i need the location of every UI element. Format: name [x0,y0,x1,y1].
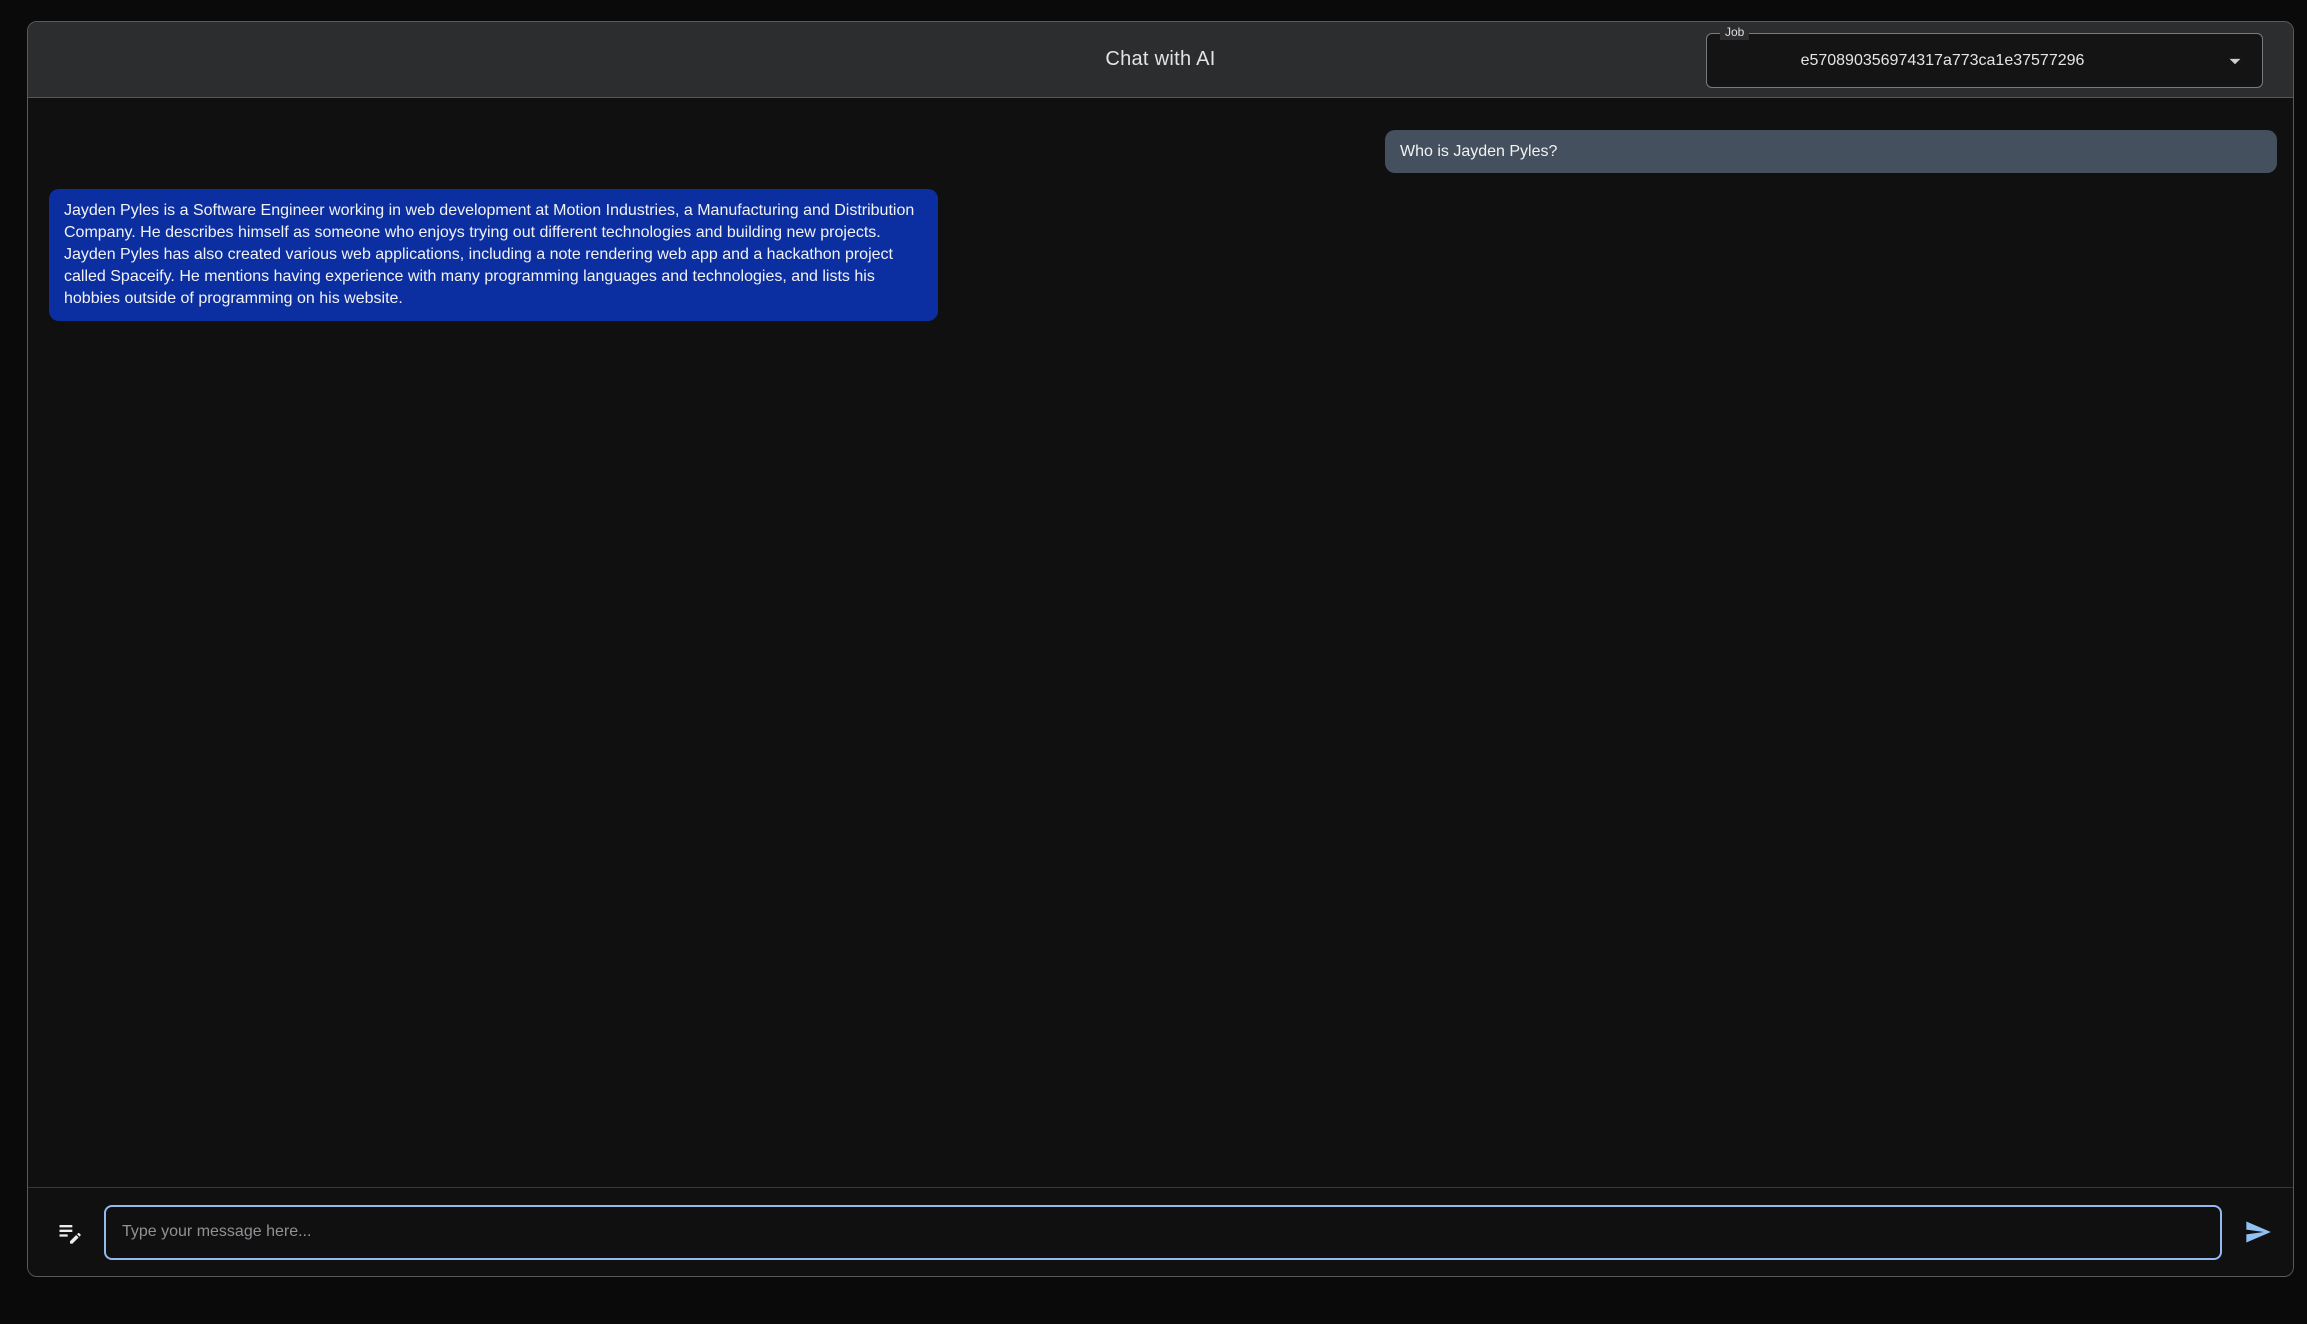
user-message-bubble: Who is Jayden Pyles? [1385,130,2277,173]
send-icon [2245,1221,2271,1243]
assistant-message-bubble: Jayden Pyles is a Software Engineer work… [49,189,938,321]
new-chat-button[interactable] [54,1216,86,1248]
send-button[interactable] [2222,1205,2293,1260]
arrow-drop-down-icon [2229,58,2241,64]
job-select-value: e570890356974317a773ca1e37577296 [1800,51,2085,69]
chat-header: Chat with AI Job e570890356974317a773ca1… [28,22,2293,98]
edit-note-icon [59,1225,81,1244]
message-row-assistant: Jayden Pyles is a Software Engineer work… [49,189,2277,321]
composer-bar [28,1187,2293,1276]
job-select[interactable]: Job e570890356974317a773ca1e37577296 [1706,25,2263,88]
message-list: Who is Jayden Pyles? Jayden Pyles is a S… [28,98,2293,1187]
message-input[interactable] [104,1204,2222,1260]
chat-window: Chat with AI Job e570890356974317a773ca1… [27,21,2294,1277]
job-select-label: Job [1720,25,1750,40]
page-title: Chat with AI [1105,48,1216,70]
message-row-user: Who is Jayden Pyles? [49,130,2277,173]
